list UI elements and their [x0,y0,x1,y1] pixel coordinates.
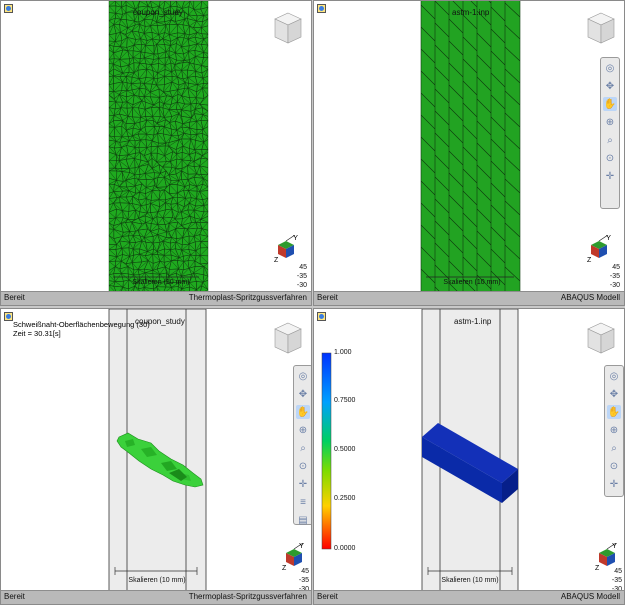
legend-label: 0.5000 [334,446,356,453]
axes-icon[interactable]: ✛ [607,477,621,491]
triad-value: -30 [296,282,307,289]
zoom-fit-icon[interactable]: ⊙ [607,459,621,473]
model-type-label: ABAQUS Modell [560,592,620,601]
scale-label: Skalieren (10 mm) [441,577,499,584]
zoom-fit-icon[interactable]: ⊙ [296,459,310,473]
render-canvas[interactable]: 1.000 0.7500 0.5000 0.2500 0.0000 astm-1… [314,309,624,593]
pan-icon[interactable]: ✥ [607,387,621,401]
view-toolbar: ◎ ✥ ✋ ⊕ ⌕ ⊙ ✛ [604,365,624,497]
viewport-menu-icon[interactable] [4,4,13,13]
viewport-title: coupon_study [135,317,185,326]
triad-axis-label: Y [293,233,299,242]
viewport-menu-icon[interactable] [317,312,326,321]
status-text: Bereit [4,293,25,302]
status-text: Bereit [317,592,338,601]
scale-label: Skalieren (10 mm) [128,577,186,584]
view-cube-icon[interactable] [273,321,303,355]
status-bar: Bereit ABAQUS Modell [314,590,624,604]
triad-axis-label: Y [612,541,618,550]
hand-icon[interactable]: ✋ [296,405,310,419]
step-annotation: Schweißnaht-Oberflächenbewegung (30) [13,320,150,329]
triad-value: 45 [612,264,620,271]
hand-icon[interactable]: ✋ [603,97,617,111]
model-type-label: Thermoplast-Spritzgussverfahren [188,592,307,601]
viewport-menu-icon[interactable] [317,4,326,13]
triad-value: -35 [611,577,622,584]
view-toolbar: ◎ ✥ ✋ ⊕ ⌕ ⊙ ✛ ≡ ▤ [293,365,311,527]
viewport-title: coupon_study [133,8,183,17]
axes-icon[interactable]: ✛ [603,169,617,183]
zoom-box-icon[interactable]: ⊕ [603,115,617,129]
hex-mesh [420,1,521,294]
triad-values: 45 -35 -30 [604,263,620,290]
color-legend-bar [321,352,332,550]
coupon-outline [108,309,207,593]
triad-axis-label: Y [299,541,305,550]
view-cube-icon[interactable] [273,11,303,45]
render-canvas[interactable]: Schweißnaht-Oberflächenbewegung (30) Zei… [1,309,311,593]
status-bar: Bereit Thermoplast-Spritzgussverfahren [1,291,311,305]
legend-label: 0.2500 [334,495,356,502]
legend-label: 1.000 [334,349,352,356]
render-canvas[interactable]: astm-1.inp Skalieren (10 mm) [314,1,624,294]
viewport-grid: coupon_study Skalieren (10 mm) Y Z 45 -3… [0,0,625,605]
status-bar: Bereit ABAQUS Modell [314,291,624,305]
viewport-bottom-right[interactable]: 1.000 0.7500 0.5000 0.2500 0.0000 astm-1… [313,308,625,605]
model-type-label: Thermoplast-Spritzgussverfahren [188,293,307,302]
viewport-menu-icon[interactable] [4,312,13,321]
pan-icon[interactable]: ✥ [603,79,617,93]
pan-icon[interactable]: ✥ [296,387,310,401]
viewport-top-right[interactable]: astm-1.inp Skalieren (10 mm) ◎ ✥ ✋ ⊕ ⌕ ⊙ ✛ Y Z… [313,0,625,306]
specimen-outline [321,309,519,593]
triad-z-label: Z [587,257,592,264]
model-type-label: ABAQUS Modell [560,293,620,302]
zoom-box-icon[interactable]: ⊕ [607,423,621,437]
triad-z-label: Z [595,565,600,572]
render-canvas[interactable]: coupon_study Skalieren (10 mm) [1,1,311,294]
triad-value: -30 [609,282,620,289]
scale-label: Skalieren (10 mm) [132,279,190,286]
zoom-icon[interactable]: ⌕ [296,441,310,455]
legend-label: 0.0000 [334,545,356,552]
view-cube-icon[interactable] [586,11,616,45]
viewport-title: astm-1.inp [452,8,490,17]
triad-z-label: Z [282,565,287,572]
triad-value: 45 [301,568,309,575]
triad-axis-label: Y [606,233,612,242]
triad-values: 45 -35 -30 [291,263,307,290]
view-cube-icon[interactable] [586,321,616,355]
zoom-icon[interactable]: ⌕ [607,441,621,455]
time-annotation: Zeit = 30.31[s] [13,329,61,338]
triad-value: 45 [614,568,622,575]
triad-z-label: Z [274,257,279,264]
triad-value: -35 [609,273,620,280]
triad-value: -35 [298,577,309,584]
layers-icon[interactable]: ≡ [296,495,310,509]
status-text: Bereit [317,293,338,302]
zoom-box-icon[interactable]: ⊕ [296,423,310,437]
orbit-icon[interactable]: ◎ [607,369,621,383]
scale-label: Skalieren (10 mm) [443,279,501,286]
viewport-bottom-left[interactable]: Schweißnaht-Oberflächenbewegung (30) Zei… [0,308,312,605]
orbit-icon[interactable]: ◎ [296,369,310,383]
status-text: Bereit [4,592,25,601]
print-icon[interactable]: ▤ [296,513,310,527]
axes-icon[interactable]: ✛ [296,477,310,491]
zoom-icon[interactable]: ⌕ [603,133,617,147]
tetra-mesh [108,1,209,294]
zoom-fit-icon[interactable]: ⊙ [603,151,617,165]
legend-label: 0.7500 [334,397,356,404]
status-bar: Bereit Thermoplast-Spritzgussverfahren [1,590,311,604]
triad-value: 45 [299,264,307,271]
orbit-icon[interactable]: ◎ [603,61,617,75]
viewport-title: astm-1.inp [454,317,492,326]
view-toolbar: ◎ ✥ ✋ ⊕ ⌕ ⊙ ✛ [600,57,620,209]
viewport-top-left[interactable]: coupon_study Skalieren (10 mm) Y Z 45 -3… [0,0,312,306]
hand-icon[interactable]: ✋ [607,405,621,419]
triad-value: -35 [296,273,307,280]
